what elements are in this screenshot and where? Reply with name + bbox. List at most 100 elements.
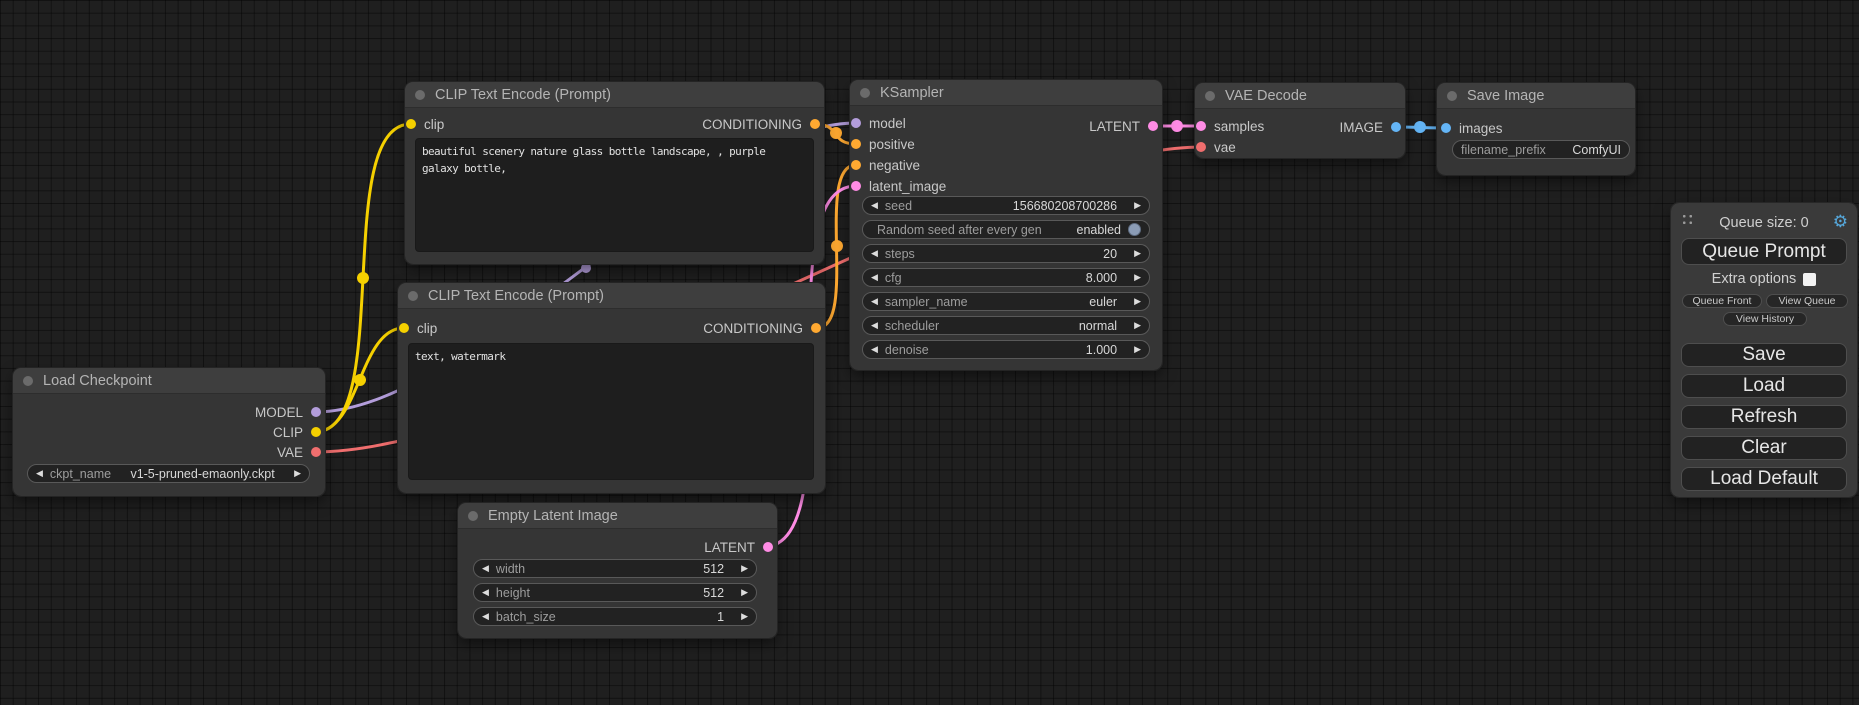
widget-value[interactable]: 20 <box>1103 247 1117 261</box>
node-title-bar[interactable]: CLIP Text Encode (Prompt) <box>405 82 824 108</box>
input-slot-latent-image[interactable]: latent_image <box>851 176 946 196</box>
input-slot-images[interactable]: images <box>1441 118 1503 138</box>
widget-value[interactable]: ComfyUI <box>1572 143 1621 157</box>
view-history-button[interactable]: View History <box>1723 312 1807 326</box>
queue-prompt-button[interactable]: Queue Prompt <box>1681 238 1847 265</box>
negative-prompt-textarea[interactable]: text, watermark <box>408 343 814 480</box>
decrement-arrow-icon[interactable]: ◀ <box>871 297 878 306</box>
view-queue-button[interactable]: View Queue <box>1766 294 1848 308</box>
extra-options-checkbox[interactable] <box>1803 273 1816 286</box>
positive-input-dot[interactable] <box>851 139 861 149</box>
input-slot-clip[interactable]: clip <box>399 318 437 338</box>
vae-output-dot[interactable] <box>311 447 321 457</box>
widget-value[interactable]: euler <box>1089 295 1117 309</box>
widget-scheduler[interactable]: ◀ scheduler normal ▶ <box>862 316 1150 335</box>
settings-gear-icon[interactable]: ⚙ <box>1833 213 1848 230</box>
refresh-button[interactable]: Refresh <box>1681 405 1847 429</box>
widget-denoise[interactable]: ◀ denoise 1.000 ▶ <box>862 340 1150 359</box>
increment-arrow-icon[interactable]: ▶ <box>1134 345 1141 354</box>
clip-output-dot[interactable] <box>311 427 321 437</box>
increment-arrow-icon[interactable]: ▶ <box>1134 249 1141 258</box>
clip-input-dot[interactable] <box>406 119 416 129</box>
widget-sampler-name[interactable]: ◀ sampler_name euler ▶ <box>862 292 1150 311</box>
input-slot-clip[interactable]: clip <box>406 114 444 134</box>
increment-arrow-icon[interactable]: ▶ <box>1134 321 1141 330</box>
widget-random-seed-toggle[interactable]: Random seed after every gen enabled <box>862 220 1150 239</box>
drag-handle-icon[interactable] <box>1681 213 1694 228</box>
widget-value[interactable]: 512 <box>703 562 724 576</box>
output-slot-clip[interactable]: CLIP <box>273 422 321 442</box>
decrement-arrow-icon[interactable]: ◀ <box>482 564 489 573</box>
latent-image-input-dot[interactable] <box>851 181 861 191</box>
toggle-enabled-icon[interactable] <box>1128 223 1141 236</box>
widget-width[interactable]: ◀ width 512 ▶ <box>473 559 757 578</box>
output-slot-latent[interactable]: LATENT <box>1089 116 1158 136</box>
node-clip-text-encode-positive[interactable]: CLIP Text Encode (Prompt) clip CONDITION… <box>405 82 824 264</box>
collapse-dot-icon[interactable] <box>415 90 425 100</box>
collapse-dot-icon[interactable] <box>1205 91 1215 101</box>
node-title-bar[interactable]: Empty Latent Image <box>458 503 777 529</box>
output-slot-conditioning[interactable]: CONDITIONING <box>703 318 821 338</box>
node-ksampler[interactable]: KSampler model positive negative latent_… <box>850 80 1162 370</box>
widget-filename-prefix[interactable]: filename_prefix ComfyUI <box>1452 140 1630 159</box>
clear-button[interactable]: Clear <box>1681 436 1847 460</box>
node-title-bar[interactable]: CLIP Text Encode (Prompt) <box>398 283 825 309</box>
collapse-dot-icon[interactable] <box>468 511 478 521</box>
load-button[interactable]: Load <box>1681 374 1847 398</box>
model-input-dot[interactable] <box>851 118 861 128</box>
widget-seed[interactable]: ◀ seed 156680208700286 ▶ <box>862 196 1150 215</box>
output-slot-conditioning[interactable]: CONDITIONING <box>702 114 820 134</box>
collapse-dot-icon[interactable] <box>23 376 33 386</box>
collapse-dot-icon[interactable] <box>1447 91 1457 101</box>
input-slot-model[interactable]: model <box>851 113 906 133</box>
input-slot-positive[interactable]: positive <box>851 134 915 154</box>
input-slot-samples[interactable]: samples <box>1196 116 1264 136</box>
load-default-button[interactable]: Load Default <box>1681 467 1847 491</box>
latent-output-dot[interactable] <box>763 542 773 552</box>
widget-value[interactable]: v1-5-pruned-emaonly.ckpt <box>130 467 274 481</box>
samples-input-dot[interactable] <box>1196 121 1206 131</box>
decrement-arrow-icon[interactable]: ◀ <box>482 612 489 621</box>
collapse-dot-icon[interactable] <box>408 291 418 301</box>
images-input-dot[interactable] <box>1441 123 1451 133</box>
clip-input-dot[interactable] <box>399 323 409 333</box>
increment-arrow-icon[interactable]: ▶ <box>741 564 748 573</box>
decrement-arrow-icon[interactable]: ◀ <box>871 201 878 210</box>
decrement-arrow-icon[interactable]: ◀ <box>871 345 878 354</box>
positive-prompt-textarea[interactable]: beautiful scenery nature glass bottle la… <box>415 138 814 252</box>
widget-value[interactable]: 512 <box>703 586 724 600</box>
widget-steps[interactable]: ◀ steps 20 ▶ <box>862 244 1150 263</box>
decrement-arrow-icon[interactable]: ◀ <box>871 249 878 258</box>
negative-input-dot[interactable] <box>851 160 861 170</box>
widget-value[interactable]: 8.000 <box>1086 271 1117 285</box>
decrement-arrow-icon[interactable]: ◀ <box>871 321 878 330</box>
input-slot-negative[interactable]: negative <box>851 155 920 175</box>
widget-ckpt-name[interactable]: ◀ ckpt_name v1-5-pruned-emaonly.ckpt ▶ <box>27 464 310 483</box>
widget-cfg[interactable]: ◀ cfg 8.000 ▶ <box>862 268 1150 287</box>
model-output-dot[interactable] <box>311 407 321 417</box>
node-empty-latent-image[interactable]: Empty Latent Image LATENT ◀ width 512 ▶ … <box>458 503 777 638</box>
node-load-checkpoint[interactable]: Load Checkpoint MODEL CLIP VAE ◀ ckpt_na… <box>13 368 325 496</box>
conditioning-output-dot[interactable] <box>810 119 820 129</box>
node-title-bar[interactable]: Save Image <box>1437 83 1635 109</box>
node-graph-canvas[interactable]: Load Checkpoint MODEL CLIP VAE ◀ ckpt_na… <box>0 0 1859 705</box>
widget-value[interactable]: normal <box>1079 319 1117 333</box>
node-clip-text-encode-negative[interactable]: CLIP Text Encode (Prompt) clip CONDITION… <box>398 283 825 493</box>
vae-input-dot[interactable] <box>1196 142 1206 152</box>
output-slot-vae[interactable]: VAE <box>277 442 321 462</box>
node-title-bar[interactable]: KSampler <box>850 80 1162 106</box>
decrement-arrow-icon[interactable]: ◀ <box>871 273 878 282</box>
image-output-dot[interactable] <box>1391 122 1401 132</box>
decrement-arrow-icon[interactable]: ◀ <box>482 588 489 597</box>
output-slot-image[interactable]: IMAGE <box>1339 117 1401 137</box>
increment-arrow-icon[interactable]: ▶ <box>294 469 301 478</box>
increment-arrow-icon[interactable]: ▶ <box>1134 273 1141 282</box>
input-slot-vae[interactable]: vae <box>1196 137 1236 157</box>
queue-front-button[interactable]: Queue Front <box>1682 294 1762 308</box>
output-slot-latent[interactable]: LATENT <box>704 537 773 557</box>
increment-arrow-icon[interactable]: ▶ <box>1134 297 1141 306</box>
save-button[interactable]: Save <box>1681 343 1847 367</box>
widget-value[interactable]: 156680208700286 <box>1013 199 1117 213</box>
increment-arrow-icon[interactable]: ▶ <box>1134 201 1141 210</box>
decrement-arrow-icon[interactable]: ◀ <box>36 469 43 478</box>
